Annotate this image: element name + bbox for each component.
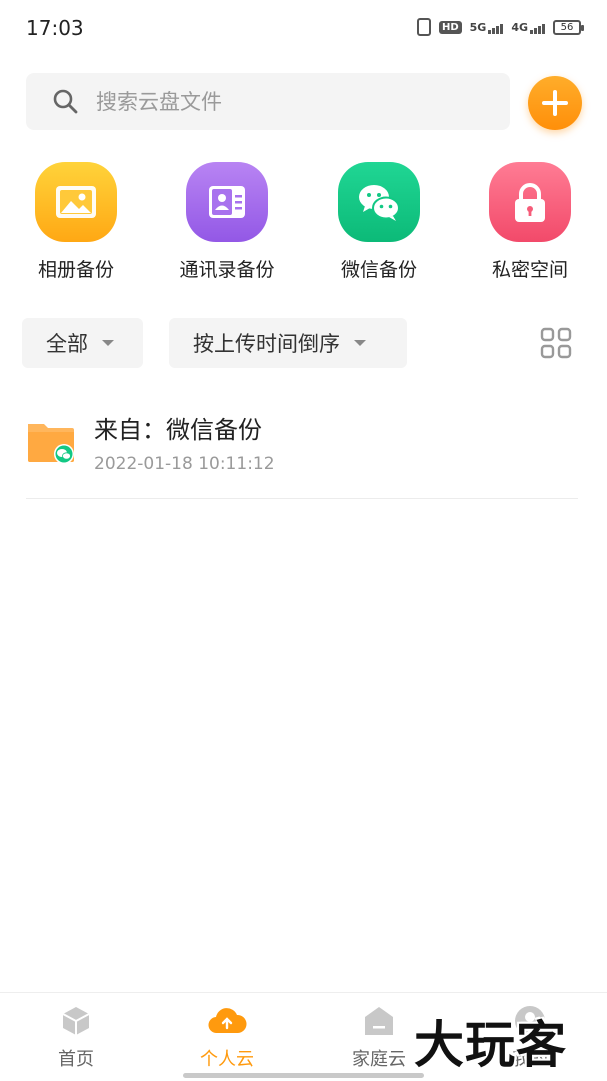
wechat-folder-icon	[28, 424, 74, 464]
grid-view-icon[interactable]	[540, 327, 572, 359]
sort-dropdown[interactable]: 按上传时间倒序	[169, 318, 407, 368]
watermark: 大玩客	[414, 1016, 567, 1074]
search-box[interactable]	[26, 73, 510, 130]
nav-personal-cloud-label: 个人云	[200, 1049, 254, 1070]
file-name: 来自：微信备份	[94, 416, 262, 444]
caret-down-icon	[354, 340, 366, 346]
search-input[interactable]	[96, 73, 496, 130]
battery-icon: 56	[553, 19, 584, 35]
nav-home-label: 首页	[58, 1049, 94, 1070]
signal-4g-label: 4G	[511, 20, 528, 34]
signal-4g-icon: 4G	[511, 21, 545, 34]
file-time: 2022-01-18 10:11:12	[94, 454, 275, 474]
quick-album-label: 相册备份	[37, 259, 114, 281]
quick-wechat-backup[interactable]: 微信备份	[324, 162, 434, 282]
quick-wechat-label: 微信备份	[340, 259, 417, 281]
quick-private-space[interactable]: 私密空间	[475, 162, 585, 282]
home-indicator[interactable]	[183, 1073, 424, 1078]
wechat-icon	[338, 162, 420, 242]
album-icon	[35, 162, 117, 242]
status-bar: 17:03 HD 5G 4G 56	[0, 0, 607, 56]
type-filter-label: 全部	[46, 332, 88, 356]
file-row[interactable]: 来自：微信备份 2022-01-18 10:11:12	[26, 398, 578, 499]
cube-icon	[62, 1007, 90, 1035]
caret-down-icon	[102, 340, 114, 346]
contact-card-icon	[186, 162, 268, 242]
vibrate-icon	[416, 18, 431, 36]
status-time: 17:03	[26, 16, 84, 40]
sort-label: 按上传时间倒序	[193, 332, 340, 356]
add-button[interactable]	[528, 76, 582, 130]
signal-5g-label: 5G	[469, 20, 487, 34]
quick-private-label: 私密空间	[491, 259, 568, 281]
quick-album-backup[interactable]: 相册备份	[21, 162, 131, 282]
nav-home[interactable]: 首页	[16, 993, 136, 1081]
status-icons: HD 5G 4G 56	[416, 18, 584, 36]
search-icon	[53, 89, 78, 114]
house-icon	[365, 1007, 393, 1035]
hd-icon: HD	[438, 20, 462, 34]
type-filter-dropdown[interactable]: 全部	[22, 318, 143, 368]
nav-personal-cloud[interactable]: 个人云	[167, 993, 287, 1081]
cloud-upload-icon	[208, 1008, 247, 1034]
quick-contact-label: 通讯录备份	[179, 259, 275, 281]
signal-5g-icon: 5G	[470, 21, 504, 34]
quick-contact-backup[interactable]: 通讯录备份	[172, 162, 282, 282]
lock-icon	[489, 162, 571, 242]
